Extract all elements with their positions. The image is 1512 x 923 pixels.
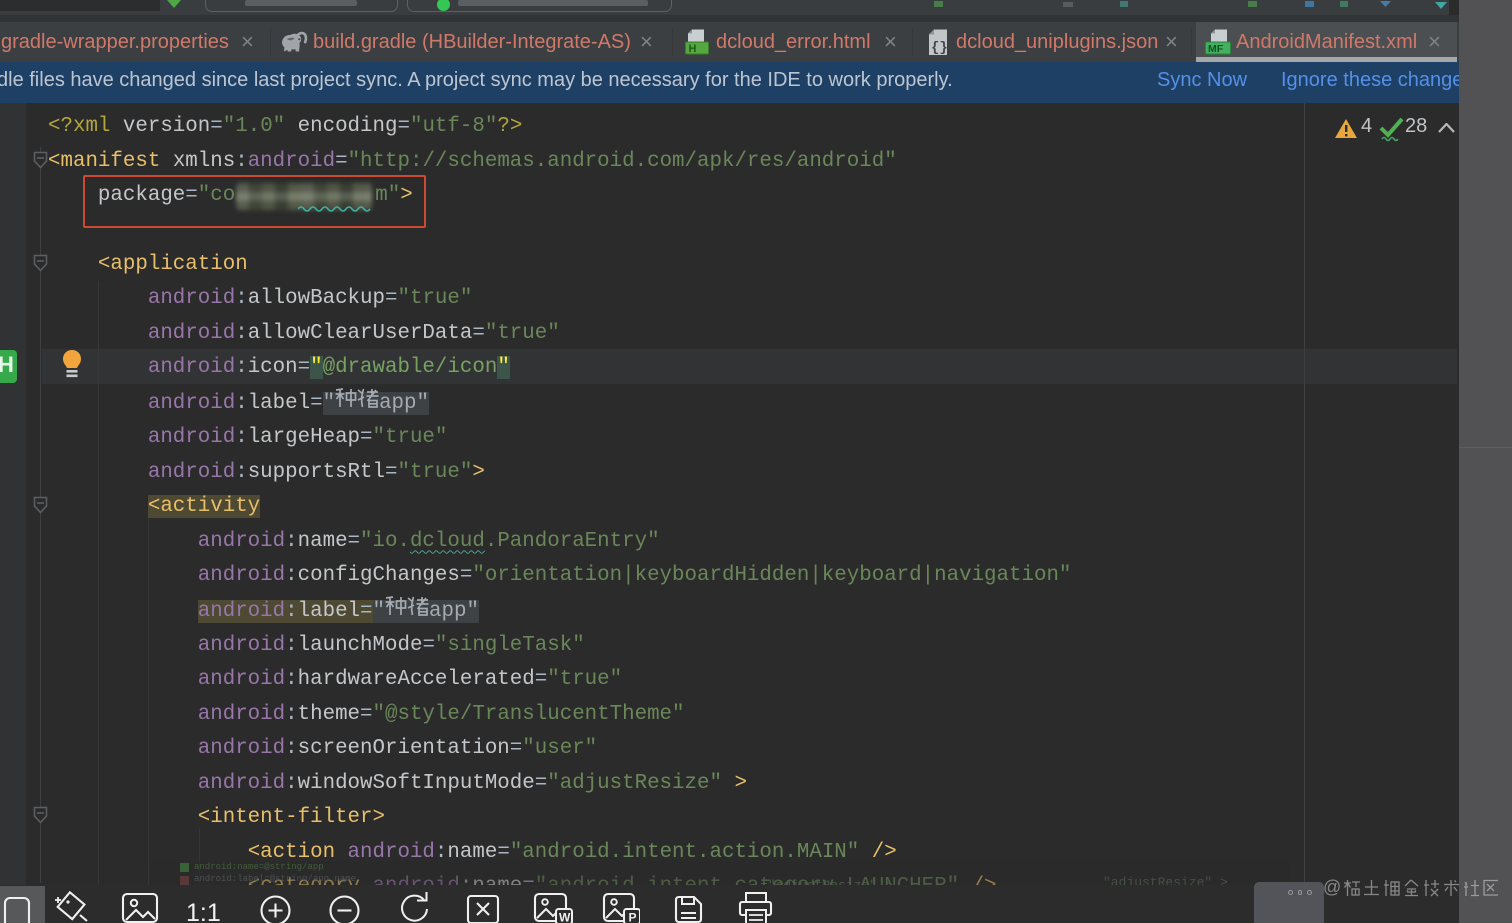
svg-text:MF: MF <box>1208 43 1224 55</box>
svg-text:P: P <box>629 911 637 923</box>
svg-text:H: H <box>689 43 697 55</box>
svg-text:{}: {} <box>931 40 948 56</box>
svg-text:@: @ <box>1323 877 1341 897</box>
svg-text:W: W <box>559 911 571 923</box>
